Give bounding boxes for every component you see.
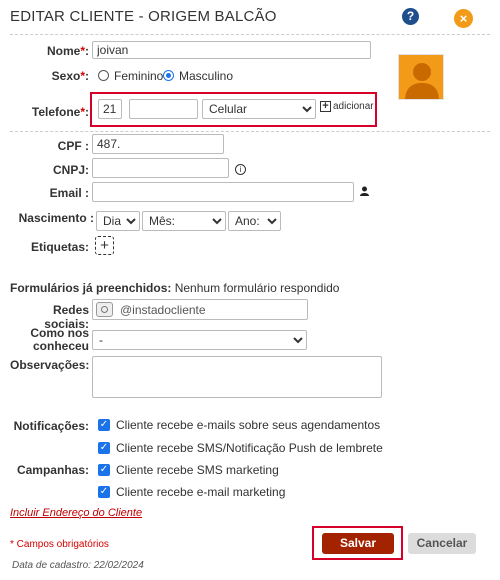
- campanha-email-label: Cliente recebe e-mail marketing: [116, 485, 286, 499]
- telefone-ddd-input[interactable]: [98, 99, 122, 119]
- nome-label: Nome*:: [46, 44, 89, 58]
- campanha-sms-label: Cliente recebe SMS marketing: [116, 463, 279, 477]
- email-label: Email :: [49, 186, 89, 200]
- add-tag-button[interactable]: +: [95, 236, 114, 255]
- user-icon[interactable]: [360, 186, 369, 196]
- add-phone-link[interactable]: adicionar: [333, 101, 374, 112]
- save-button[interactable]: Salvar: [322, 533, 394, 554]
- como-nos-conheceu-select[interactable]: -: [92, 330, 307, 350]
- cnpj-input[interactable]: [92, 158, 229, 178]
- divider: [10, 131, 490, 132]
- redes-sociais-placeholder: @instadocliente: [120, 303, 206, 317]
- observacoes-label: Observações:: [10, 358, 90, 372]
- nome-input[interactable]: [92, 41, 371, 59]
- redes-sociais-field[interactable]: @instadocliente: [92, 299, 308, 320]
- info-icon[interactable]: i: [235, 164, 246, 175]
- etiquetas-label: Etiquetas:: [30, 240, 89, 254]
- notificacao-email-checkbox[interactable]: ✓: [98, 419, 110, 431]
- telefone-label: Telefone*:: [31, 105, 89, 119]
- campos-obrigatorios-note: * Campos obrigatórios: [10, 539, 109, 550]
- como-nos-conheceu-label: Como nos conheceu: [30, 326, 89, 353]
- notificacao-sms-checkbox[interactable]: ✓: [98, 442, 110, 454]
- nascimento-label: Nascimento :: [18, 211, 94, 225]
- nascimento-dia-select[interactable]: Dia:: [96, 211, 140, 231]
- notificacao-email-label: Cliente recebe e-mails sobre seus agenda…: [116, 418, 381, 432]
- notificacoes-label: Notificações:: [13, 419, 89, 433]
- notificacao-sms-label: Cliente recebe SMS/Notificação Push de l…: [116, 441, 383, 455]
- formularios-value: Nenhum formulário respondido: [174, 281, 340, 295]
- dialog-title: EDITAR CLIENTE - ORIGEM BALCÃO: [10, 8, 277, 25]
- cancel-button[interactable]: Cancelar: [408, 533, 476, 554]
- formularios-row: Formulários já preenchidos: Nenhum formu…: [10, 281, 339, 295]
- campanha-email-checkbox[interactable]: ✓: [98, 486, 110, 498]
- feminino-label: Feminino: [114, 69, 164, 83]
- cpf-input[interactable]: [92, 134, 224, 154]
- telefone-type-select[interactable]: Celular: [202, 99, 316, 119]
- instagram-icon: [96, 302, 113, 317]
- help-icon[interactable]: ?: [402, 8, 419, 25]
- data-cadastro: Data de cadastro: 22/02/2024: [12, 560, 144, 571]
- nascimento-ano-select[interactable]: Ano:: [228, 211, 281, 231]
- sexo-label: Sexo*:: [51, 69, 89, 83]
- formularios-label: Formulários já preenchidos:: [10, 281, 172, 295]
- cpf-label: CPF :: [57, 139, 89, 153]
- divider: [10, 34, 490, 35]
- telefone-number-input[interactable]: [129, 99, 198, 119]
- close-icon[interactable]: ×: [454, 9, 473, 28]
- add-phone-icon[interactable]: +: [320, 101, 331, 112]
- masculino-label: Masculino: [179, 69, 234, 83]
- campanha-sms-checkbox[interactable]: ✓: [98, 464, 110, 476]
- campanhas-label: Campanhas:: [16, 463, 89, 477]
- email-input[interactable]: [92, 182, 354, 202]
- cnpj-label: CNPJ:: [52, 163, 89, 177]
- observacoes-textarea[interactable]: [92, 356, 382, 398]
- nascimento-mes-select[interactable]: Mês:: [142, 211, 226, 231]
- person-silhouette-icon: [399, 55, 443, 99]
- radio-feminino[interactable]: [98, 70, 109, 81]
- radio-masculino[interactable]: [163, 70, 174, 81]
- avatar: [398, 54, 444, 100]
- incluir-endereco-link[interactable]: Incluir Endereço do Cliente: [10, 507, 142, 519]
